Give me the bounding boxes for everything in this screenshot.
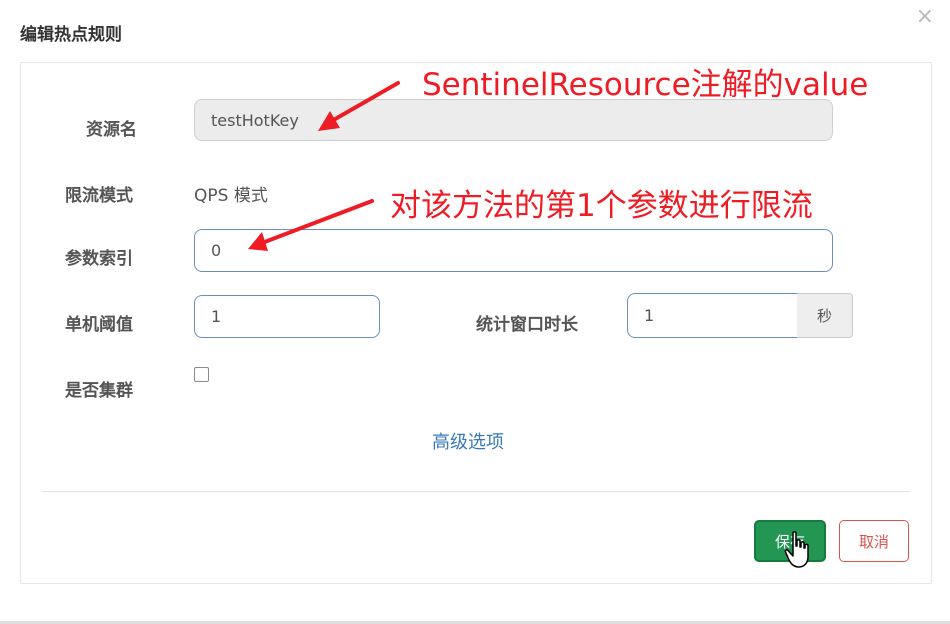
advanced-options-link[interactable]: 高级选项 bbox=[432, 428, 504, 454]
cluster-checkbox[interactable] bbox=[194, 367, 209, 382]
cluster-label: 是否集群 bbox=[65, 381, 133, 401]
close-icon[interactable]: × bbox=[916, 4, 934, 29]
dialog-title: 编辑热点规则 bbox=[20, 25, 122, 45]
window-input[interactable] bbox=[627, 293, 798, 338]
param-index-label: 参数索引 bbox=[65, 249, 133, 269]
hand-cursor-icon bbox=[784, 531, 809, 568]
resource-name-label: 资源名 bbox=[86, 120, 137, 140]
threshold-input[interactable] bbox=[194, 295, 380, 338]
param-index-input[interactable] bbox=[194, 229, 833, 272]
param-annotation: 对该方法的第1个参数进行限流 bbox=[390, 188, 813, 224]
window-label: 统计窗口时长 bbox=[476, 315, 578, 335]
threshold-label: 单机阈值 bbox=[65, 315, 133, 335]
resource-name-input[interactable] bbox=[194, 99, 833, 141]
edit-hotspot-rule-dialog: 编辑热点规则 × 资源名 限流模式 QPS 模式 参数索引 单机阈值 统计窗口时… bbox=[0, 0, 950, 624]
cancel-button[interactable]: 取消 bbox=[839, 520, 909, 562]
limit-mode-value: QPS 模式 bbox=[194, 186, 268, 206]
window-unit-addon: 秒 bbox=[797, 293, 853, 338]
limit-mode-label: 限流模式 bbox=[65, 186, 133, 206]
footer-divider bbox=[42, 491, 910, 492]
resource-annotation: SentinelResource注解的value bbox=[422, 67, 869, 103]
